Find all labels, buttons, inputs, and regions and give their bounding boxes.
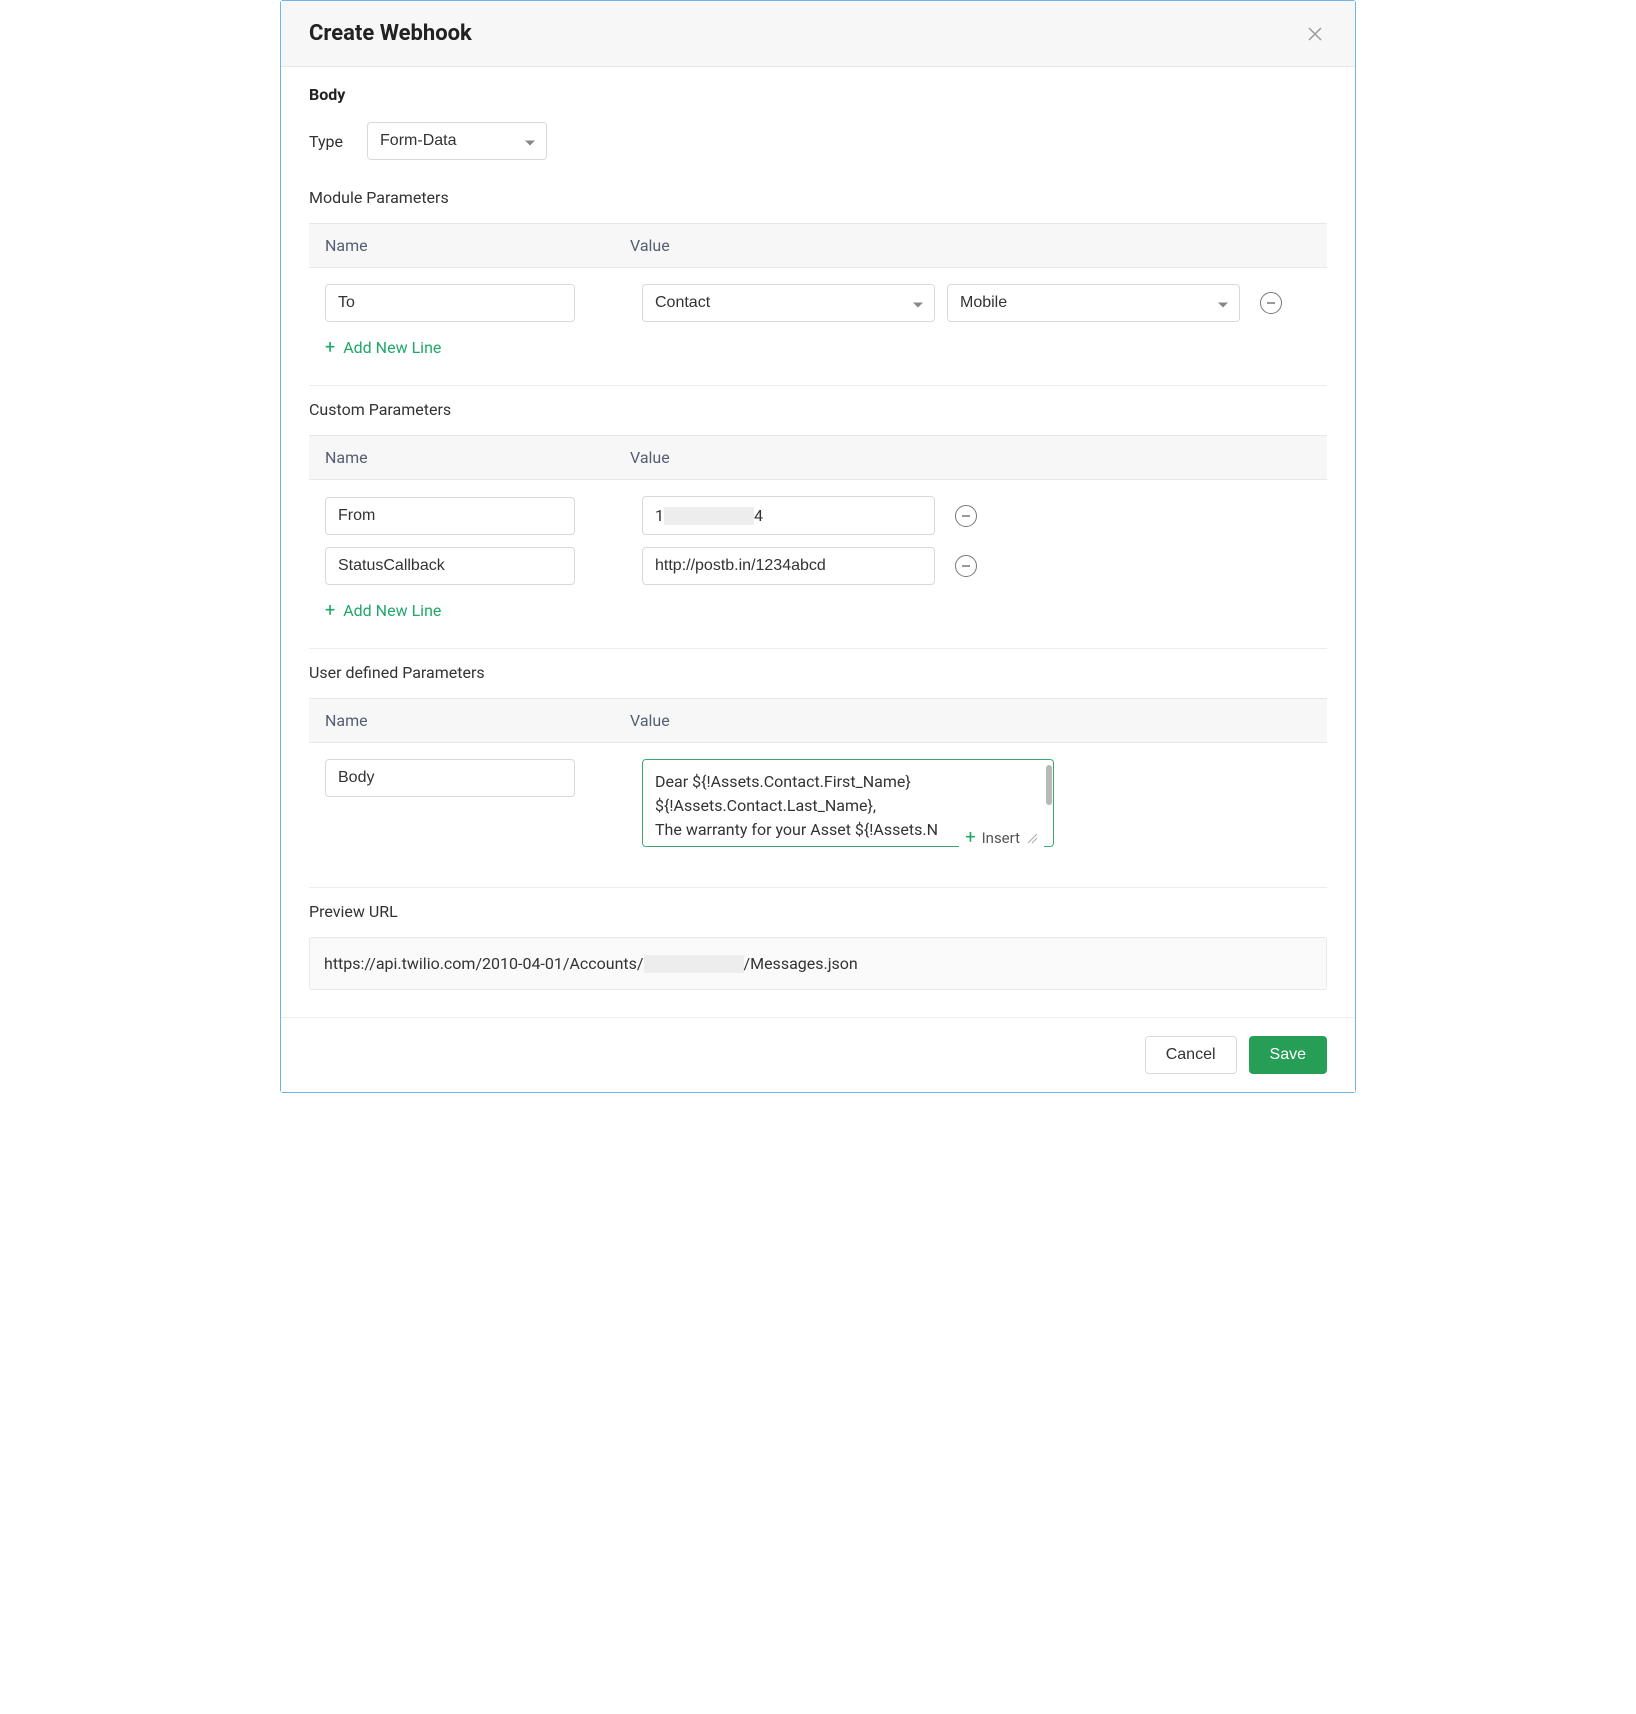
user-param-row: + Insert: [325, 759, 1311, 851]
module-params-body: Contact Mobile + Add New Line: [309, 268, 1327, 373]
modal-title: Create Webhook: [309, 21, 472, 46]
param-value-select-2-button[interactable]: Mobile: [947, 284, 1240, 322]
column-header-name: Name: [325, 711, 630, 730]
user-params-header: Name Value: [309, 698, 1327, 743]
param-value-input[interactable]: [642, 547, 935, 585]
param-name-input[interactable]: [325, 547, 575, 585]
plus-icon: +: [965, 829, 975, 847]
param-value-select-1-button[interactable]: Contact: [642, 284, 935, 322]
user-defined-parameters-section: User defined Parameters Name Value + Ins…: [309, 663, 1327, 888]
close-icon: [1307, 26, 1323, 42]
plus-icon: +: [325, 602, 335, 620]
scrollbar-thumb[interactable]: [1046, 765, 1052, 805]
module-param-row: Contact Mobile: [325, 284, 1311, 322]
create-webhook-modal: Create Webhook Body Type Form-Data Modul…: [280, 0, 1356, 1093]
preview-url-suffix: /Messages.json: [744, 954, 858, 973]
column-header-value: Value: [630, 448, 1311, 467]
param-name-input[interactable]: [325, 759, 575, 797]
modal-footer: Cancel Save: [281, 1017, 1355, 1092]
preview-url-prefix: https://api.twilio.com/2010-04-01/Accoun…: [324, 954, 644, 973]
plus-icon: +: [325, 339, 335, 357]
module-parameters-title: Module Parameters: [309, 188, 1327, 207]
column-header-name: Name: [325, 236, 630, 255]
preview-url-section: Preview URL https://api.twilio.com/2010-…: [309, 902, 1327, 1010]
type-select[interactable]: Form-Data: [367, 122, 547, 160]
value-suffix: 4: [754, 506, 763, 525]
minus-icon: [961, 561, 971, 571]
add-module-param-button[interactable]: + Add New Line: [325, 334, 441, 361]
param-value-select-2[interactable]: Mobile: [947, 284, 1240, 322]
user-defined-parameters-title: User defined Parameters: [309, 663, 1327, 682]
module-parameters-section: Module Parameters Name Value Contact Mob…: [309, 188, 1327, 386]
custom-params-body: 1 4: [309, 480, 1327, 636]
minus-icon: [961, 511, 971, 521]
column-header-value: Value: [630, 711, 1311, 730]
divider: [309, 887, 1327, 888]
insert-label: Insert: [982, 829, 1020, 847]
redacted-segment: [644, 955, 744, 973]
type-select-button[interactable]: Form-Data: [367, 122, 547, 160]
add-custom-param-button[interactable]: + Add New Line: [325, 597, 441, 624]
remove-row-button[interactable]: [955, 505, 977, 527]
value-prefix: 1: [655, 506, 664, 525]
custom-params-header: Name Value: [309, 435, 1327, 480]
scrollbar[interactable]: [1044, 761, 1052, 849]
param-value-input[interactable]: 1 4: [642, 496, 935, 535]
body-textarea-wrap: + Insert: [642, 759, 1054, 851]
divider: [309, 385, 1327, 386]
param-name-input[interactable]: [325, 284, 575, 322]
preview-url-title: Preview URL: [309, 902, 1327, 921]
divider: [309, 648, 1327, 649]
preview-url-box: https://api.twilio.com/2010-04-01/Accoun…: [309, 937, 1327, 990]
insert-chip[interactable]: + Insert: [959, 827, 1044, 849]
custom-param-row: [325, 547, 1311, 585]
modal-body: Body Type Form-Data Module Parameters Na…: [281, 67, 1355, 1017]
close-button[interactable]: [1303, 22, 1327, 46]
param-value-select-1[interactable]: Contact: [642, 284, 935, 322]
column-header-name: Name: [325, 448, 630, 467]
cancel-button[interactable]: Cancel: [1145, 1036, 1237, 1074]
custom-parameters-section: Custom Parameters Name Value 1 4: [309, 400, 1327, 649]
remove-row-button[interactable]: [955, 555, 977, 577]
minus-icon: [1266, 298, 1276, 308]
module-params-header: Name Value: [309, 223, 1327, 268]
resize-handle-icon[interactable]: [1026, 832, 1038, 844]
modal-header: Create Webhook: [281, 1, 1355, 67]
column-header-value: Value: [630, 236, 1311, 255]
add-line-label: Add New Line: [343, 338, 441, 357]
param-name-input[interactable]: [325, 497, 575, 535]
save-button[interactable]: Save: [1249, 1036, 1327, 1074]
type-row: Type Form-Data: [309, 122, 1327, 160]
body-section-title: Body: [309, 85, 1327, 104]
custom-param-row: 1 4: [325, 496, 1311, 535]
user-params-body: + Insert: [309, 743, 1327, 875]
redacted-value: [664, 507, 754, 525]
body-section: Body Type Form-Data: [309, 85, 1327, 160]
add-line-label: Add New Line: [343, 601, 441, 620]
remove-row-button[interactable]: [1260, 292, 1282, 314]
type-label: Type: [309, 132, 343, 151]
custom-parameters-title: Custom Parameters: [309, 400, 1327, 419]
